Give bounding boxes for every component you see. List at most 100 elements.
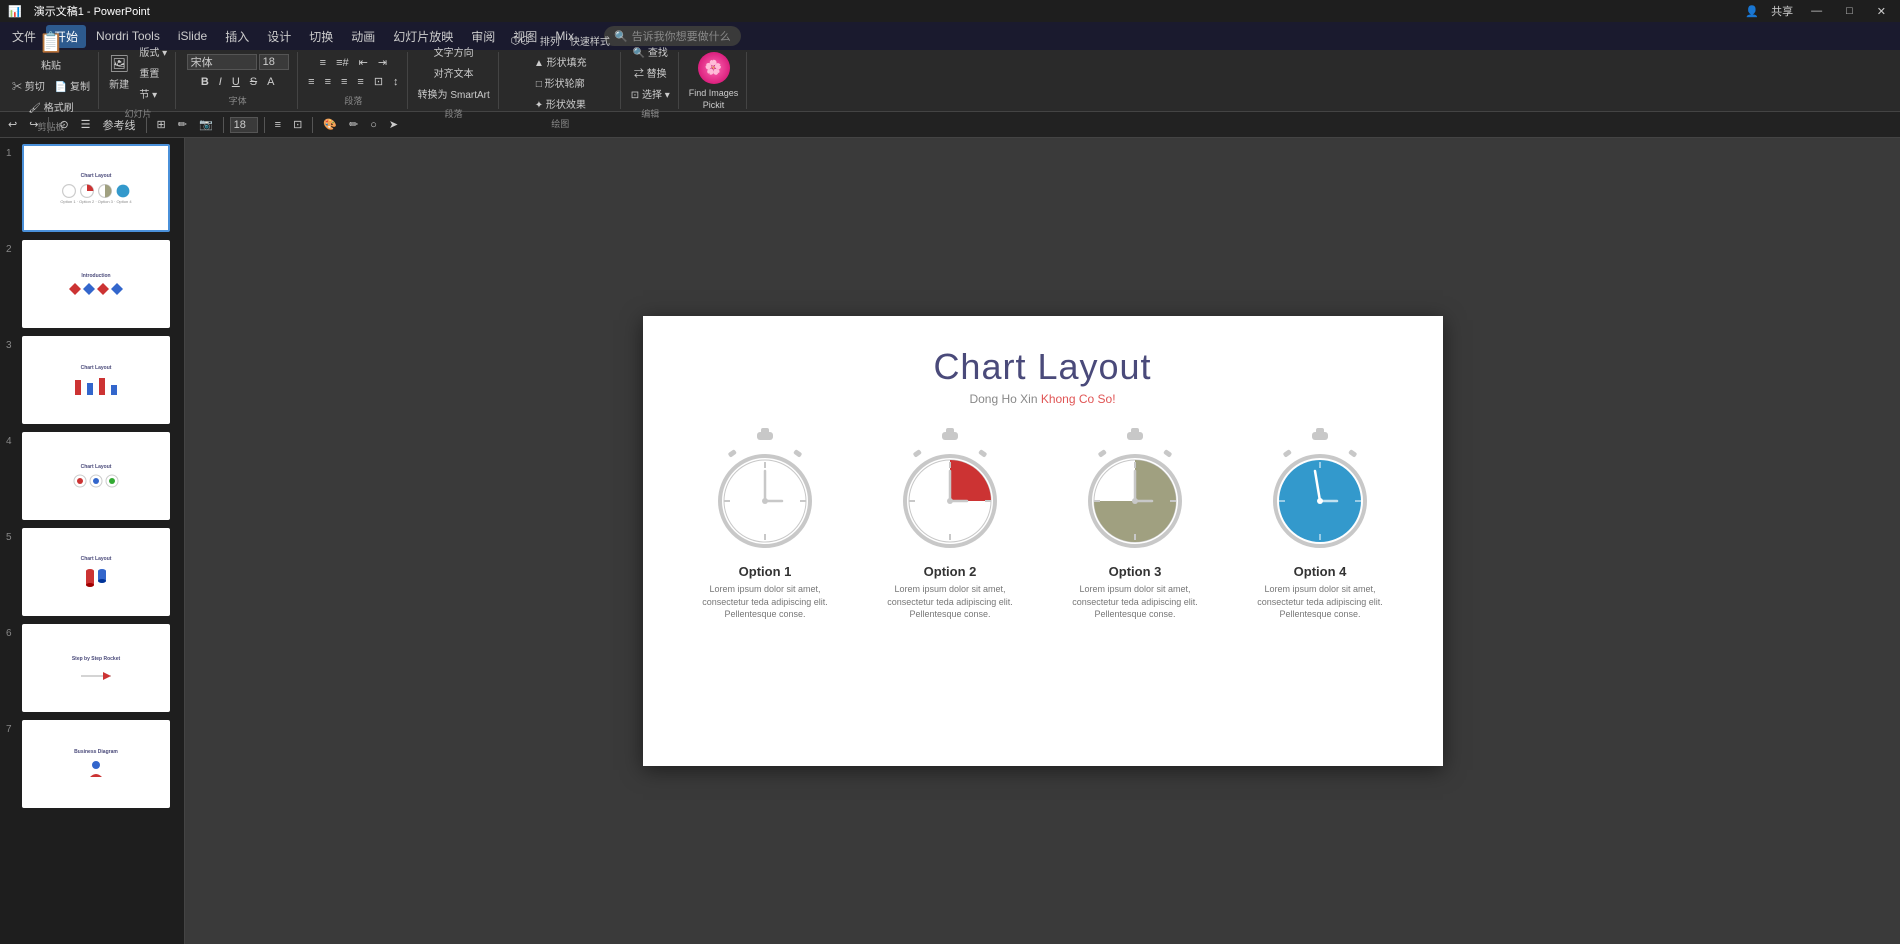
copy-button[interactable]: 📄 复制 — [51, 76, 94, 95]
arrange-button[interactable]: 排列 — [536, 31, 564, 50]
option-1-item: Option 1 Lorem ipsum dolor sit amet, con… — [688, 426, 843, 621]
replace-button[interactable]: ⇄ 替换 — [630, 63, 671, 82]
slide-thumb-4[interactable]: Chart Layout — [22, 432, 170, 520]
slide-thumb-5[interactable]: Chart Layout — [22, 528, 170, 616]
slide-thumb-2[interactable]: Introduction — [22, 240, 170, 328]
menu-bar: 文件 开始 Nordri Tools iSlide 插入 设计 切换 动画 幻灯… — [0, 22, 1900, 50]
view-normal-button[interactable]: ⊙ — [55, 117, 72, 132]
close-btn[interactable]: ✕ — [1871, 5, 1892, 18]
option-1-clock — [700, 426, 830, 556]
layout-button[interactable]: 版式 ▾ — [135, 42, 171, 61]
font-color-button[interactable]: A — [263, 74, 278, 90]
slide-item-7[interactable]: 7 Business Diagram — [4, 718, 180, 810]
redo-button[interactable]: ↪ — [25, 117, 42, 132]
slide-item-2[interactable]: 2 Introduction — [4, 238, 180, 330]
font-group: B I U S A 字体 — [178, 52, 298, 109]
font-size-input[interactable] — [259, 54, 289, 70]
pen-button[interactable]: ✏ — [174, 117, 191, 132]
option-4-item: Option 4 Lorem ipsum dolor sit amet, con… — [1243, 426, 1398, 621]
screenshot-button[interactable]: 📷 — [195, 117, 217, 132]
paragraph-group: ≡ ≡# ⇤ ⇥ ≡ ≡ ≡ ≡ ⊡ ↕ 段落 — [300, 52, 407, 109]
app-icon: 📊 — [8, 5, 22, 18]
shape-outline-button[interactable]: □ 形状轮廓 — [532, 73, 589, 92]
paragraph-btn[interactable]: ≡ — [271, 118, 285, 132]
slide-item-6[interactable]: 6 Step by Step Rocket — [4, 622, 180, 714]
font-family-input[interactable] — [187, 54, 257, 70]
menu-insert[interactable]: 插入 — [217, 25, 257, 48]
canvas-area: Chart Layout Dong Ho Xin Khong Co So! — [185, 138, 1900, 944]
slide-num-5: 5 — [6, 532, 18, 543]
pickit-button[interactable]: 🌸 Find Images Pickit — [685, 50, 743, 112]
line-spacing-button[interactable]: ↕ — [389, 74, 403, 90]
slide-num-1: 1 — [6, 148, 18, 159]
user-icon: 👤 — [1745, 5, 1759, 18]
menu-islide[interactable]: iSlide — [170, 26, 215, 46]
guides-button[interactable]: 参考线 — [99, 116, 140, 134]
italic-button[interactable]: I — [215, 74, 226, 90]
list-bullet-button[interactable]: ≡ — [316, 55, 330, 71]
view-outline-button[interactable]: ☰ — [77, 117, 95, 132]
undo-button[interactable]: ↩ — [4, 117, 21, 132]
quick-styles-button[interactable]: 快速样式 — [566, 31, 614, 50]
slide-title: Chart Layout — [933, 346, 1151, 388]
strikethrough-button[interactable]: S — [246, 74, 261, 90]
search-bar[interactable]: 🔍 告诉我你想要做什么 — [604, 26, 741, 46]
smartart-button[interactable]: 转换为 SmartArt — [414, 84, 494, 103]
slide-thumb-3[interactable]: Chart Layout — [22, 336, 170, 424]
option-2-desc: Lorem ipsum dolor sit amet, consectetur … — [873, 583, 1028, 621]
columns-button[interactable]: ⊡ — [370, 73, 387, 90]
color-palette-btn[interactable]: 🎨 — [319, 117, 341, 132]
option-1-desc: Lorem ipsum dolor sit amet, consectetur … — [688, 583, 843, 621]
clipboard-group: 📋 粘贴 ✂ 剪切 📄 复制 🖌 格式刷 剪贴板 — [4, 52, 99, 109]
align-center-button[interactable]: ≡ — [321, 74, 335, 90]
file-name: 演示文稿1 - PowerPoint — [34, 3, 150, 19]
edit-group-label: 编辑 — [641, 107, 659, 120]
format-painter-button[interactable]: 🖌 格式刷 — [24, 97, 77, 116]
paste-button[interactable]: 📋 粘贴 — [35, 28, 68, 74]
text-direction-button[interactable]: 文字方向 — [430, 42, 478, 61]
indent-increase-button[interactable]: ⇥ — [374, 54, 391, 71]
slide-item-3[interactable]: 3 Chart Layout — [4, 334, 180, 426]
menu-design[interactable]: 设计 — [259, 25, 299, 48]
draw-pen-btn[interactable]: ✏ — [345, 117, 362, 132]
table-btn[interactable]: ⊡ — [289, 117, 306, 132]
list-number-button[interactable]: ≡# — [332, 55, 353, 71]
justify-button[interactable]: ≡ — [353, 74, 367, 90]
new-slide-button[interactable]: 🖼 新建 — [105, 52, 133, 93]
maximize-btn[interactable]: □ — [1840, 5, 1859, 17]
shapes-button[interactable]: ⬡⬡ — [507, 32, 534, 49]
slide-item-1[interactable]: 1 Chart Layout Option 1 · Option 2 · Opt… — [4, 142, 180, 234]
slide-item-5[interactable]: 5 Chart Layout — [4, 526, 180, 618]
shape-effect-button[interactable]: ✦ 形状效果 — [531, 94, 590, 113]
indent-decrease-button[interactable]: ⇤ — [355, 54, 372, 71]
shape-circle-btn[interactable]: ○ — [366, 118, 381, 132]
find-button[interactable]: 🔍 查找 — [629, 42, 672, 61]
option-2-clock — [885, 426, 1015, 556]
bold-button[interactable]: B — [197, 74, 213, 90]
grid-button[interactable]: ⊞ — [153, 117, 170, 132]
font-group-label: 字体 — [229, 94, 247, 107]
text-group: 文字方向 对齐文本 转换为 SmartArt 段落 — [410, 52, 499, 109]
align-right-button[interactable]: ≡ — [337, 74, 351, 90]
menu-animation[interactable]: 动画 — [343, 25, 383, 48]
section-button[interactable]: 节 ▾ — [135, 84, 171, 103]
slide-item-4[interactable]: 4 Chart Layout — [4, 430, 180, 522]
drawing-group-label: 绘图 — [551, 117, 569, 130]
underline-button[interactable]: U — [228, 74, 244, 90]
slide-thumb-6[interactable]: Step by Step Rocket — [22, 624, 170, 712]
slide-thumb-7[interactable]: Business Diagram — [22, 720, 170, 808]
font-size-secondary[interactable] — [230, 117, 258, 133]
align-left-button[interactable]: ≡ — [304, 74, 318, 90]
shape-fill-button[interactable]: ▲ 形状填充 — [530, 52, 591, 71]
arrow-btn[interactable]: ➤ — [385, 117, 402, 132]
share-button[interactable]: 共享 — [1771, 3, 1793, 19]
menu-transition[interactable]: 切换 — [301, 25, 341, 48]
minimize-btn[interactable]: — — [1805, 5, 1828, 17]
select-button[interactable]: ⊡ 选择 ▾ — [627, 84, 674, 103]
pickit-group: 🌸 Find Images Pickit — [681, 52, 748, 109]
slide-canvas: Chart Layout Dong Ho Xin Khong Co So! — [643, 316, 1443, 766]
slide-thumb-1[interactable]: Chart Layout Option 1 · Option 2 · Optio… — [22, 144, 170, 232]
align-text-button[interactable]: 对齐文本 — [430, 63, 478, 82]
reset-button[interactable]: 重置 — [135, 63, 171, 82]
cut-button[interactable]: ✂ 剪切 — [8, 76, 49, 95]
